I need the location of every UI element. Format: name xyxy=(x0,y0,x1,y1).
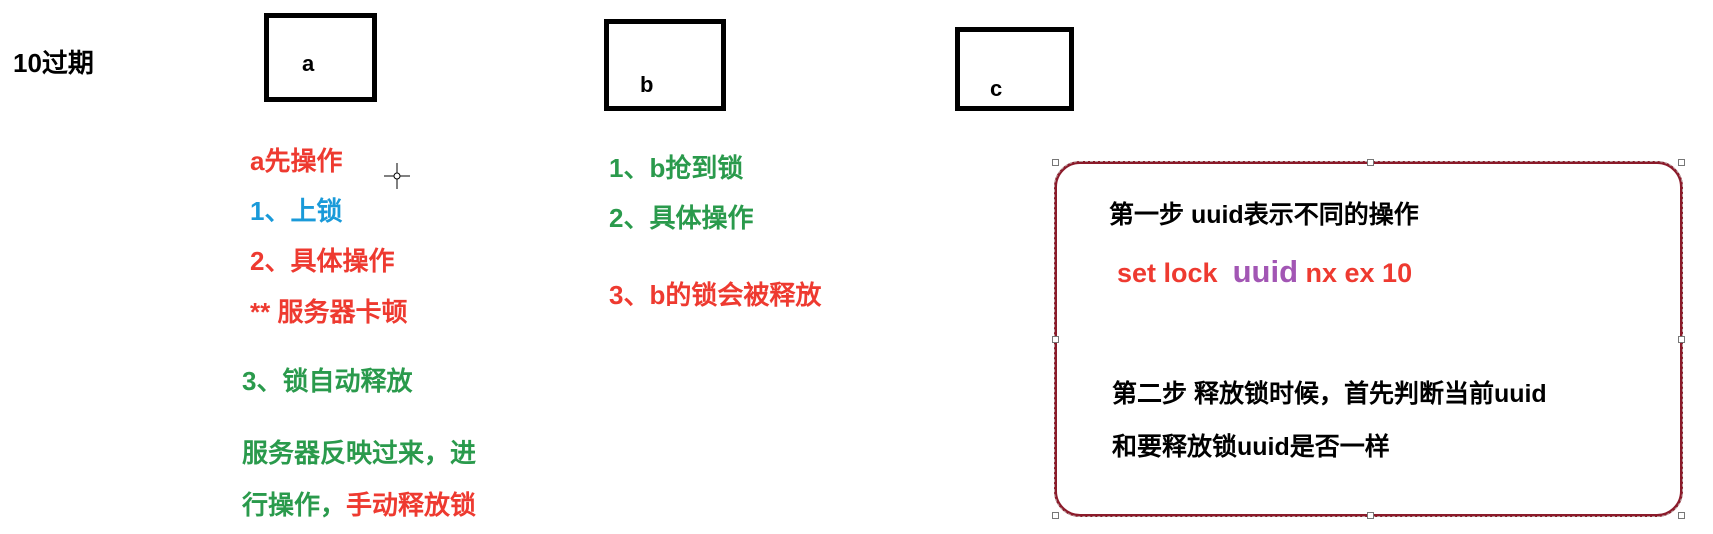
a-line2: 行操作，手动释放锁 xyxy=(242,492,476,518)
a-line1: 服务器反映过来，进 xyxy=(242,438,477,468)
client-box-b: b xyxy=(604,19,726,111)
client-box-a: a xyxy=(264,13,377,102)
a-line2-green: 行操作， xyxy=(242,490,347,520)
cmd-suffix: nx ex 10 xyxy=(1305,258,1413,288)
a-step3: 3、锁自动释放 xyxy=(242,366,413,396)
box-label: c xyxy=(990,76,1003,101)
step1-title: 第一步 uuid表示不同的操作 xyxy=(1109,201,1419,229)
cmd-prefix: set lock xyxy=(1117,258,1218,288)
set-command: set lock uuid nx ex 10 xyxy=(1117,256,1412,287)
b-step1: 1、b抢到锁 xyxy=(609,153,744,183)
box-label: b xyxy=(640,72,654,97)
resize-handle[interactable] xyxy=(1052,159,1059,166)
step2-line2: 和要释放锁uuid是否一样 xyxy=(1112,433,1390,461)
client-box-c: c xyxy=(955,27,1074,111)
resize-handle[interactable] xyxy=(1367,159,1374,166)
cmd-uuid: uuid xyxy=(1232,254,1298,289)
a-heading: a先操作 xyxy=(250,146,343,176)
step2-line1: 第二步 释放锁时候，首先判断当前uuid xyxy=(1112,380,1547,408)
resize-handle[interactable] xyxy=(1678,512,1685,519)
a-note: ** 服务器卡顿 xyxy=(250,297,408,327)
b-step3: 3、b的锁会被释放 xyxy=(609,280,822,310)
slide-title: 10过期 xyxy=(13,48,94,78)
box-label: a xyxy=(302,51,315,76)
resize-handle[interactable] xyxy=(1678,336,1685,343)
resize-handle[interactable] xyxy=(1367,512,1374,519)
crosshair-cursor-icon xyxy=(384,163,410,189)
a-step1: 1、上锁 xyxy=(250,196,343,226)
resize-handle[interactable] xyxy=(1052,336,1059,343)
b-step2: 2、具体操作 xyxy=(609,203,754,233)
a-step2: 2、具体操作 xyxy=(250,246,395,276)
resize-handle[interactable] xyxy=(1052,512,1059,519)
a-line2-red: 手动释放锁 xyxy=(346,490,477,520)
resize-handle[interactable] xyxy=(1678,159,1685,166)
